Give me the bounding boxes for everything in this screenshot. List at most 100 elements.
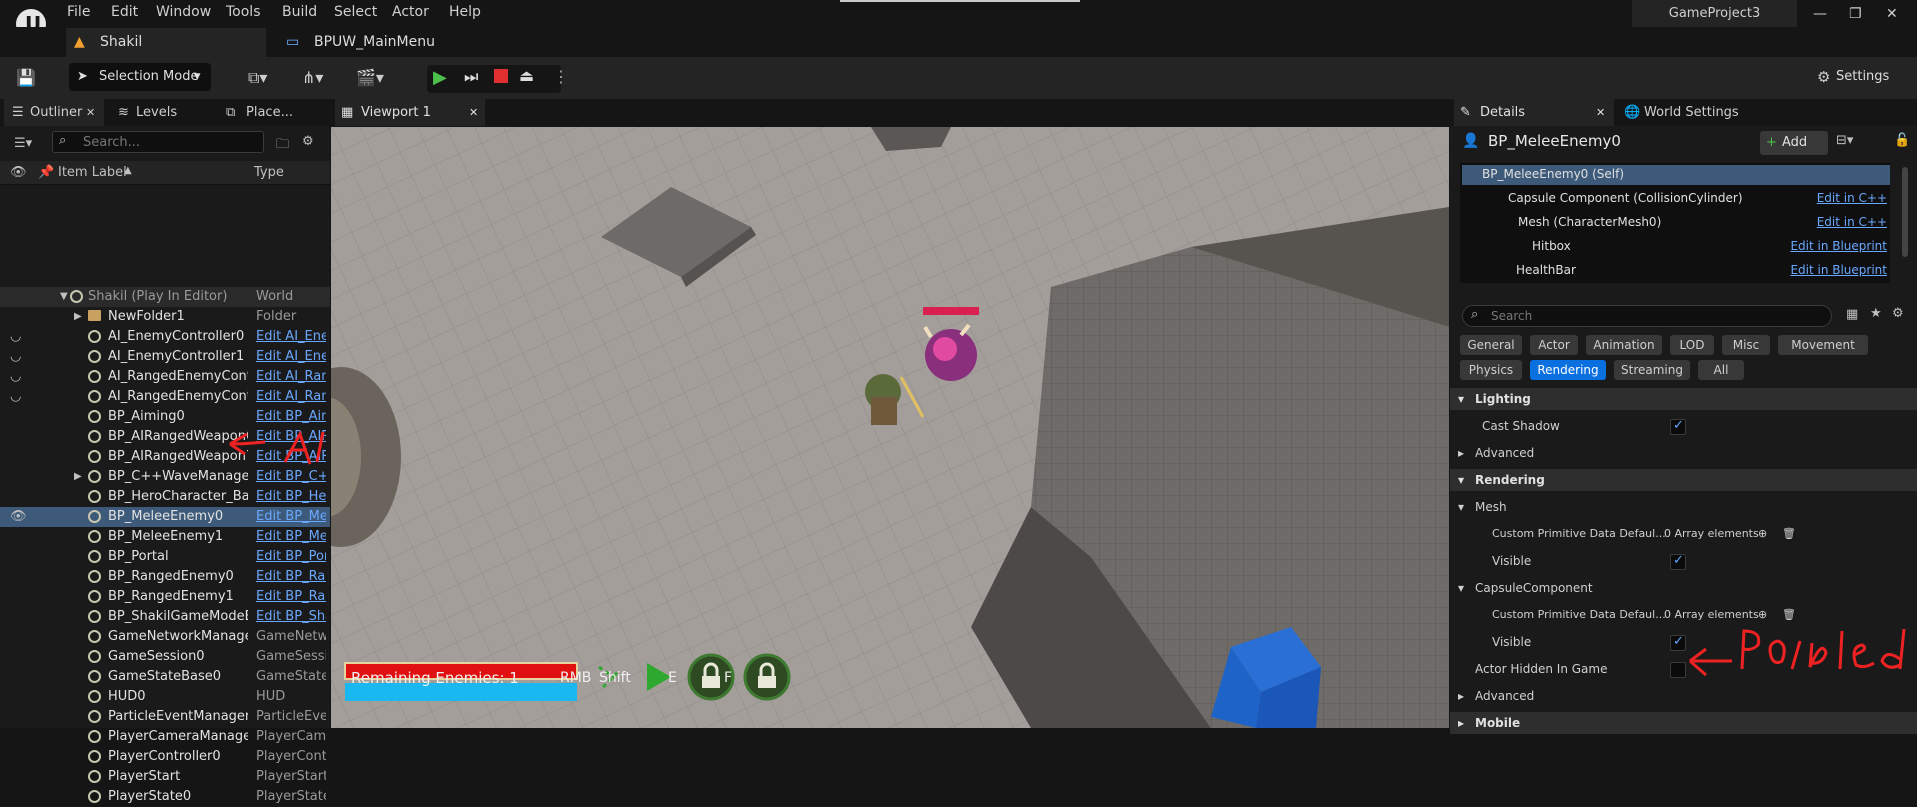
component-row[interactable]: BP_MeleeEnemy0 (Self) (1450, 167, 1917, 187)
cinematics-icon[interactable]: 🎬▾ (356, 68, 384, 87)
trash-icon[interactable]: 🗑 (1782, 523, 1796, 545)
edit-component-link[interactable]: Edit in Blueprint (1790, 239, 1887, 253)
section-lighting[interactable]: ▾ Lighting (1450, 388, 1917, 410)
outliner-row[interactable]: ▼ Shakil (Play In Editor) World (0, 287, 330, 307)
add-content-icon[interactable]: ⧉▾ (248, 68, 267, 88)
item-type[interactable]: Edit BP_Mel (256, 527, 326, 547)
game-scene[interactable] (331, 127, 1449, 728)
section-rendering[interactable]: ▾ Rendering (1450, 469, 1917, 491)
item-type[interactable]: Edit BP_Her (256, 487, 326, 507)
category-streaming[interactable]: Streaming (1614, 360, 1690, 380)
outliner-row[interactable]: BP_MeleeEnemy1 Edit BP_Mel (0, 527, 330, 547)
menu-file[interactable]: File (67, 4, 90, 20)
maximize-icon[interactable]: ❐ (1849, 6, 1862, 22)
component-row[interactable]: Capsule Component (CollisionCylinder) Edi… (1450, 191, 1917, 211)
outliner-row[interactable]: BP_HeroCharacter_Base Edit BP_Her (0, 487, 330, 507)
outliner-row[interactable]: BP_RangedEnemy0 Edit BP_Ran (0, 567, 330, 587)
col-item-label[interactable]: Item Label (58, 165, 127, 180)
expand-arrow-icon[interactable]: ▶ (74, 467, 82, 487)
selection-mode-dropdown[interactable]: ➤ Selection Mode ▾ (69, 63, 211, 91)
tab-bpuw-mainmenu[interactable]: ▭ BPUW_MainMenu (280, 28, 480, 57)
outliner-row[interactable]: GameStateBase0 GameStateE (0, 667, 330, 687)
details-search-input[interactable]: ⌕ Search (1462, 305, 1832, 327)
component-row[interactable]: HealthBar Edit in Blueprint (1450, 263, 1917, 283)
component-row[interactable]: Mesh (CharacterMesh0) Edit in C++ (1450, 215, 1917, 235)
tab-outliner[interactable]: ☰ Outliner ✕ (4, 99, 104, 126)
outliner-search-input[interactable]: ⌕ Search... (52, 131, 264, 153)
mesh-visible-checkbox[interactable] (1670, 553, 1686, 570)
category-all[interactable]: All (1698, 360, 1744, 380)
close-tab-icon[interactable]: ✕ (469, 99, 478, 126)
close-tab-icon[interactable]: ✕ (1596, 99, 1605, 126)
add-element-icon[interactable]: ⊕ (1758, 523, 1767, 545)
outliner-row[interactable]: GameSession0 GameSessic (0, 647, 330, 667)
outliner-row[interactable]: HUD0 HUD (0, 687, 330, 707)
settings-button[interactable]: Settings (1836, 69, 1889, 84)
more-options-icon[interactable]: ⋮ (553, 67, 569, 86)
outliner-row[interactable]: GameNetworkManager0 GameNetwo (0, 627, 330, 647)
outliner-row[interactable]: BP_RangedEnemy1 Edit BP_Ran (0, 587, 330, 607)
menu-edit[interactable]: Edit (111, 4, 138, 20)
components-scrollbar[interactable] (1902, 167, 1908, 257)
add-component-button[interactable]: + Add (1760, 131, 1828, 155)
prop-advanced-rendering[interactable]: ▸ Advanced (1450, 685, 1917, 707)
blueprint-options-icon[interactable]: ⊟▾ (1836, 133, 1853, 148)
expand-arrow-icon[interactable]: ▶ (74, 307, 82, 327)
hidden-eye-icon[interactable]: ◡ (10, 347, 21, 367)
favorites-star-icon[interactable]: ★ (1870, 306, 1882, 321)
outliner-row[interactable]: ◡ AI_EnemyController1 Edit AI_Ener (0, 347, 330, 367)
tab-shakil[interactable]: ▲ Shakil (66, 28, 266, 57)
stop-icon[interactable] (494, 69, 508, 83)
cast-shadow-checkbox[interactable] (1670, 418, 1686, 435)
category-animation[interactable]: Animation (1586, 335, 1662, 355)
outliner-row[interactable]: ◡ AI_RangedEnemyControl Edit AI_Ranc (0, 367, 330, 387)
pin-icon[interactable]: 📌 (38, 165, 54, 180)
menu-actor[interactable]: Actor (392, 4, 429, 20)
category-misc[interactable]: Misc (1722, 335, 1770, 355)
menu-help[interactable]: Help (449, 4, 481, 20)
outliner-row[interactable]: PlayerState0 PlayerState (0, 787, 330, 807)
close-tab-icon[interactable]: ✕ (86, 99, 95, 126)
outliner-row[interactable]: 👁 BP_MeleeEnemy0 Edit BP_Mel (0, 507, 330, 527)
category-lod[interactable]: LOD (1670, 335, 1714, 355)
category-rendering[interactable]: Rendering (1530, 360, 1606, 380)
component-row[interactable]: Hitbox Edit in Blueprint (1450, 239, 1917, 259)
outliner-row[interactable]: ◡ AI_EnemyController0 Edit AI_Ener (0, 327, 330, 347)
item-type[interactable]: Edit AI_Ener (256, 347, 326, 367)
outliner-row[interactable]: PlayerController0 PlayerContre (0, 747, 330, 767)
settings-icon[interactable]: ⚙ (1817, 68, 1830, 86)
item-type[interactable]: Edit BP_Ran (256, 567, 326, 587)
filter-icon[interactable]: ☰▾ (14, 136, 32, 151)
play-icon[interactable]: ▶ (433, 67, 447, 88)
item-type[interactable]: Edit AI_Ener (256, 327, 326, 347)
minimize-icon[interactable]: — (1813, 6, 1827, 22)
add-folder-icon[interactable]: 🗀 (276, 135, 289, 157)
outliner-settings-icon[interactable]: ⚙ (302, 134, 314, 149)
menu-build[interactable]: Build (282, 4, 317, 20)
col-type[interactable]: Type (254, 165, 284, 180)
save-icon[interactable]: 💾 (16, 68, 36, 87)
hidden-eye-icon[interactable]: ◡ (10, 367, 21, 387)
outliner-row[interactable]: ParticleEventManager0 ParticleEver (0, 707, 330, 727)
edit-component-link[interactable]: Edit in C++ (1817, 191, 1887, 205)
tab-details[interactable]: ✎ Details ✕ (1454, 99, 1614, 126)
section-mobile[interactable]: ▸ Mobile (1450, 712, 1917, 734)
blueprints-icon[interactable]: ⋔▾ (302, 68, 323, 87)
item-type[interactable]: Edit BP_Por (256, 547, 326, 567)
collapse-arrow-icon[interactable]: ▼ (60, 287, 68, 307)
outliner-row[interactable]: PlayerCameraManager0 PlayerCame (0, 727, 330, 747)
close-window-icon[interactable]: ✕ (1886, 6, 1898, 22)
category-actor[interactable]: Actor (1530, 335, 1578, 355)
outliner-row[interactable]: PlayerStart PlayerStart (0, 767, 330, 787)
prop-advanced-lighting[interactable]: ▸ Advanced (1450, 442, 1917, 464)
item-type[interactable]: Edit AI_Ranc (256, 387, 326, 407)
step-icon[interactable]: ⏭ (464, 67, 478, 87)
edit-component-link[interactable]: Edit in Blueprint (1790, 263, 1887, 277)
category-movement[interactable]: Movement (1778, 335, 1868, 355)
eject-icon[interactable]: ⏏ (519, 66, 534, 85)
visibility-icon[interactable]: 👁 (10, 165, 27, 180)
lock-icon[interactable]: 🔓 (1894, 133, 1910, 148)
hidden-eye-icon[interactable]: ◡ (10, 387, 21, 407)
property-matrix-icon[interactable]: ▦ (1846, 307, 1858, 322)
category-general[interactable]: General (1460, 335, 1522, 355)
